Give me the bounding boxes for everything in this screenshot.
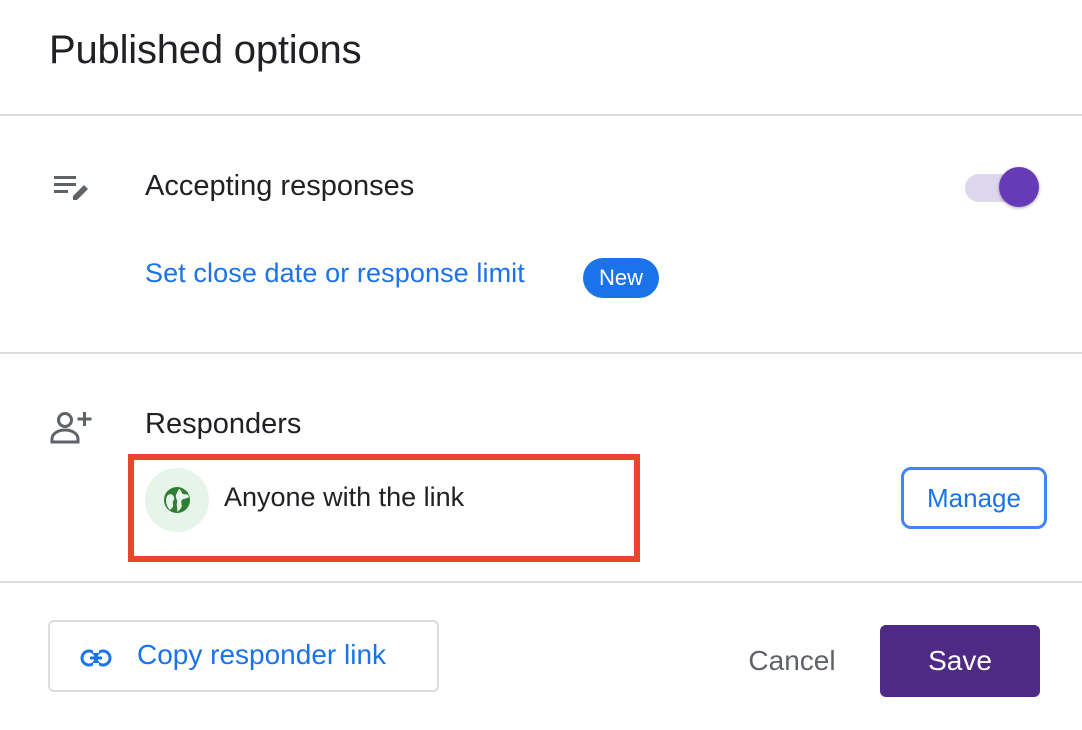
edit-list-icon (51, 166, 95, 210)
close-date-link[interactable]: Set close date or response limit (145, 258, 525, 289)
accepting-responses-toggle[interactable] (965, 166, 1045, 210)
link-icon (80, 642, 112, 674)
dialog-title: Published options (49, 28, 362, 72)
divider (0, 352, 1082, 354)
copy-responder-link-button[interactable]: Copy responder link (48, 620, 439, 692)
highlight-box (128, 454, 640, 562)
accepting-responses-title: Accepting responses (145, 170, 415, 202)
cancel-button[interactable]: Cancel (732, 630, 852, 692)
toggle-thumb (999, 167, 1039, 207)
new-badge: New (583, 258, 659, 298)
save-button[interactable]: Save (880, 625, 1040, 697)
add-person-icon (49, 406, 93, 450)
divider (0, 581, 1082, 583)
divider (0, 114, 1082, 116)
manage-button[interactable]: Manage (901, 467, 1047, 529)
copy-link-label: Copy responder link (137, 639, 387, 670)
responders-title: Responders (145, 408, 302, 440)
published-options-dialog: Published options Accepting responses Se… (0, 0, 1082, 730)
